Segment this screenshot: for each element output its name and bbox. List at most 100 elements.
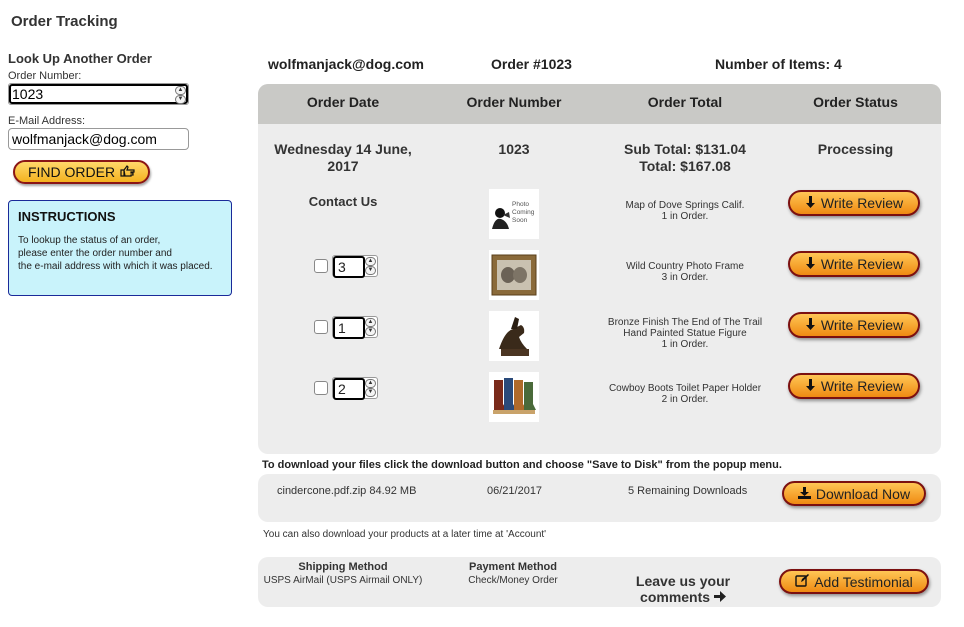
item-select: 1 ▲ ▼ [314, 316, 378, 339]
item-name: Map of Dove Springs Calif. [625, 200, 745, 211]
write-review-button[interactable]: Write Review [788, 373, 920, 399]
item-description: Cowboy Boots Toilet Paper Holder 2 in Or… [600, 383, 770, 405]
coming-word: Coming [512, 209, 535, 216]
lookup-panel: Look Up Another Order Order Number: ▲ ▼ … [8, 51, 238, 184]
item-thumbnail [489, 311, 539, 361]
item-description: Map of Dove Springs Calif. 1 in Order. [600, 200, 770, 222]
order-number-label: Order Number: [8, 70, 82, 82]
shipping-payment-row: Shipping Method USPS AirMail (USPS Airma… [258, 557, 941, 607]
spin-down-icon[interactable]: ▼ [175, 95, 186, 104]
soon-word: Soon [512, 217, 528, 224]
item-description: Wild Country Photo Frame 3 in Order. [600, 261, 770, 283]
write-review-label: Write Review [820, 256, 904, 272]
order-totals: Sub Total: $131.04 Total: $167.08 [600, 141, 770, 175]
shipping-method: Shipping Method USPS AirMail (USPS Airma… [258, 560, 428, 588]
find-order-button[interactable]: FIND ORDER [13, 160, 150, 184]
order-status: Processing [817, 141, 894, 157]
item-qty-text: 1 in Order. [661, 339, 709, 350]
download-date: 06/21/2017 [487, 485, 543, 497]
item-thumbnail [489, 250, 539, 300]
customer-email: wolfmanjack@dog.com [268, 56, 425, 72]
instructions-line2: please enter the order number and [18, 248, 172, 259]
add-testimonial-button[interactable]: Add Testimonial [779, 569, 929, 594]
edit-icon [795, 573, 810, 590]
boots-icon [493, 378, 536, 414]
order-number-stepper[interactable]: ▲ ▼ [8, 83, 189, 105]
download-now-button[interactable]: Download Now [782, 481, 926, 506]
remaining-downloads: 5 Remaining Downloads [628, 485, 748, 497]
payment-method-label: Payment Method [468, 561, 557, 573]
payment-method: Payment Method Check/Money Order [453, 560, 573, 588]
email-field[interactable] [8, 128, 189, 150]
item-checkbox[interactable] [314, 381, 328, 395]
order-total: Total: $167.08 [639, 158, 731, 174]
download-file: cindercone.pdf.zip 84.92 MB [277, 485, 417, 497]
email-label: E-Mail Address: [8, 115, 86, 127]
header-order-number: Order Number [466, 94, 562, 110]
leave-comments-link[interactable]: Leave us your comments [618, 573, 748, 605]
leave-comments-line2: comments [618, 589, 748, 605]
add-testimonial-label: Add Testimonial [814, 573, 913, 590]
spin-down-icon[interactable]: ▼ [365, 388, 376, 397]
instructions-title: INSTRUCTIONS [18, 209, 116, 224]
write-review-button[interactable]: Write Review [788, 312, 920, 338]
hand-point-right-icon [120, 164, 135, 180]
arrow-down-icon [805, 195, 816, 211]
quantity-value[interactable]: 1 [333, 317, 365, 339]
item-name-line2: Hand Painted Statue Figure [623, 328, 747, 339]
item-select: 3 ▲ ▼ [314, 255, 378, 278]
order-subtotal: Sub Total: $131.04 [624, 141, 746, 157]
item-thumbnail [489, 372, 539, 422]
write-review-button[interactable]: Write Review [788, 190, 920, 216]
quantity-stepper[interactable]: 1 ▲ ▼ [332, 316, 378, 339]
item-description: Bronze Finish The End of The Trail Hand … [600, 317, 770, 350]
instructions-box: INSTRUCTIONS To lookup the status of an … [8, 200, 232, 296]
header-order-status: Order Status [813, 94, 898, 110]
quantity-spinner[interactable]: ▲ ▼ [365, 318, 376, 336]
order-number-spinner[interactable]: ▲ ▼ [175, 86, 186, 104]
quantity-stepper[interactable]: 3 ▲ ▼ [332, 255, 378, 278]
spin-down-icon[interactable]: ▼ [365, 327, 376, 336]
order-number-input[interactable] [9, 84, 188, 104]
item-qty-text: 3 in Order. [661, 272, 709, 283]
spin-up-icon[interactable]: ▲ [365, 318, 376, 327]
arrow-down-icon [805, 317, 816, 333]
list-item: 2 ▲ ▼ Cowboy Boots Toilet Paper Holder 2… [258, 371, 941, 422]
arrow-down-icon [805, 378, 816, 394]
find-order-label: FIND ORDER [27, 164, 116, 180]
write-review-label: Write Review [820, 378, 904, 394]
order-date-line1: Wednesday 14 June, [274, 141, 412, 157]
photo-coming-soon-icon: Photo Coming Soon [489, 189, 539, 239]
photo-word: Photo [512, 201, 529, 208]
header-order-total: Order Total [647, 94, 723, 110]
item-count: Number of Items: 4 [715, 56, 842, 72]
list-item: 1 ▲ ▼ Bronze Finish The End of The Trail… [258, 310, 941, 361]
quantity-stepper[interactable]: 2 ▲ ▼ [332, 377, 378, 400]
photo-frame-icon [491, 254, 537, 296]
order-date-line2: 2017 [327, 158, 359, 174]
quantity-spinner[interactable]: ▲ ▼ [365, 379, 376, 397]
order-number-value: 1023 [498, 141, 530, 157]
write-review-label: Write Review [820, 195, 904, 211]
order-details: Order Date Order Number Order Total Orde… [258, 84, 941, 454]
spin-down-icon[interactable]: ▼ [365, 266, 376, 275]
item-checkbox[interactable] [314, 259, 328, 273]
arrow-down-icon [805, 256, 816, 272]
write-review-button[interactable]: Write Review [788, 251, 920, 277]
item-qty-text: 2 in Order. [661, 394, 709, 405]
list-item: 3 ▲ ▼ Wild Country Photo Frame 3 in Orde… [258, 249, 941, 300]
spin-up-icon[interactable]: ▲ [175, 86, 186, 95]
quantity-spinner[interactable]: ▲ ▼ [365, 257, 376, 275]
item-checkbox[interactable] [314, 320, 328, 334]
order-date: Wednesday 14 June, 2017 [258, 141, 428, 175]
spin-up-icon[interactable]: ▲ [365, 257, 376, 266]
statue-icon [499, 317, 529, 356]
order-id: Order #1023 [491, 56, 572, 72]
download-later-note: You can also download your products at a… [263, 529, 547, 540]
order-table-header: Order Date Order Number Order Total Orde… [258, 84, 941, 124]
quantity-value[interactable]: 3 [333, 256, 365, 278]
quantity-value[interactable]: 2 [333, 378, 365, 400]
shipping-method-value: USPS AirMail (USPS Airmail ONLY) [263, 575, 423, 586]
spin-up-icon[interactable]: ▲ [365, 379, 376, 388]
list-item: Photo Coming Soon Map of Dove Springs Ca… [258, 188, 941, 239]
